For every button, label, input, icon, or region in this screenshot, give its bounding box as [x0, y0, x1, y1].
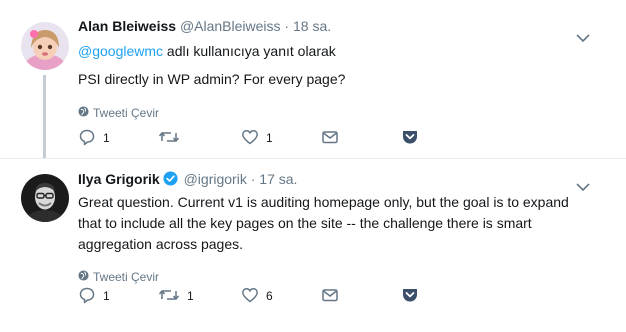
retweet-count: 1: [187, 289, 194, 303]
thread-connector: [43, 75, 46, 158]
reply-context-text: adlı kullanıcıya yanıt olarak: [163, 43, 336, 59]
translate-label: Tweeti Çevir: [93, 270, 160, 284]
tweet-actions: 1 1: [78, 128, 438, 148]
heart-icon: [241, 128, 259, 149]
direct-message-button[interactable]: [321, 286, 339, 306]
reply-icon: [78, 128, 96, 149]
translate-tweet-link[interactable]: Tweeti Çevir: [78, 269, 586, 285]
reply-count: 1: [103, 289, 110, 303]
globe-icon: [78, 105, 89, 121]
pocket-icon: [401, 128, 419, 149]
author-handle[interactable]: @igrigorik: [184, 171, 247, 187]
chevron-down-icon[interactable]: [576, 30, 590, 43]
translate-tweet-link[interactable]: Tweeti Çevir: [78, 105, 586, 121]
author-name[interactable]: Alan Bleiweiss: [78, 18, 176, 34]
tweet-text: PSI directly in WP admin? For every page…: [78, 71, 346, 87]
reply-to-mention[interactable]: @googlewmc: [78, 43, 163, 59]
chevron-down-icon[interactable]: [576, 179, 590, 192]
like-count: 6: [266, 289, 273, 303]
reply-icon: [78, 286, 96, 307]
like-button[interactable]: 6: [241, 286, 273, 306]
like-button[interactable]: 1: [241, 128, 273, 148]
avatar[interactable]: [21, 174, 69, 222]
like-count: 1: [266, 131, 273, 145]
retweet-button[interactable]: [158, 128, 187, 148]
save-to-pocket-button[interactable]: [401, 128, 419, 148]
separator: ·: [250, 171, 256, 187]
translate-label: Tweeti Çevir: [93, 106, 160, 120]
tweet-text: Great question. Current v1 is auditing h…: [78, 194, 569, 252]
reply-button[interactable]: 1: [78, 128, 110, 148]
avatar[interactable]: [21, 22, 69, 70]
timestamp[interactable]: 18 sa.: [293, 18, 331, 34]
retweet-icon: [158, 128, 180, 149]
direct-message-button[interactable]: [321, 128, 339, 148]
reply-context: @googlewmc adlı kullanıcıya yanıt olarak: [78, 41, 586, 61]
save-to-pocket-button[interactable]: [401, 286, 419, 306]
globe-icon: [78, 269, 89, 285]
retweet-button[interactable]: 1: [158, 286, 194, 306]
pocket-icon: [401, 286, 419, 307]
envelope-icon: [321, 128, 339, 149]
author-name[interactable]: Ilya Grigorik: [78, 171, 160, 187]
timestamp[interactable]: 17 sa.: [259, 171, 297, 187]
separator: ·: [284, 18, 290, 34]
tweet-header: Ilya Grigorik @igrigorik · 17 sa.: [78, 169, 586, 191]
envelope-icon: [321, 286, 339, 307]
verified-badge-icon: [163, 171, 178, 191]
tweet-header: Alan Bleiweiss @AlanBleiweiss · 18 sa.: [78, 16, 586, 36]
author-handle[interactable]: @AlanBleiweiss: [180, 18, 281, 34]
tweet[interactable]: Ilya Grigorik @igrigorik · 17 sa. Great …: [0, 159, 626, 332]
reply-button[interactable]: 1: [78, 286, 110, 306]
tweet[interactable]: Alan Bleiweiss @AlanBleiweiss · 18 sa. @…: [0, 0, 626, 159]
heart-icon: [241, 286, 259, 307]
retweet-icon: [158, 286, 180, 307]
tweet-actions: 1 1 6: [78, 286, 438, 306]
reply-count: 1: [103, 131, 110, 145]
